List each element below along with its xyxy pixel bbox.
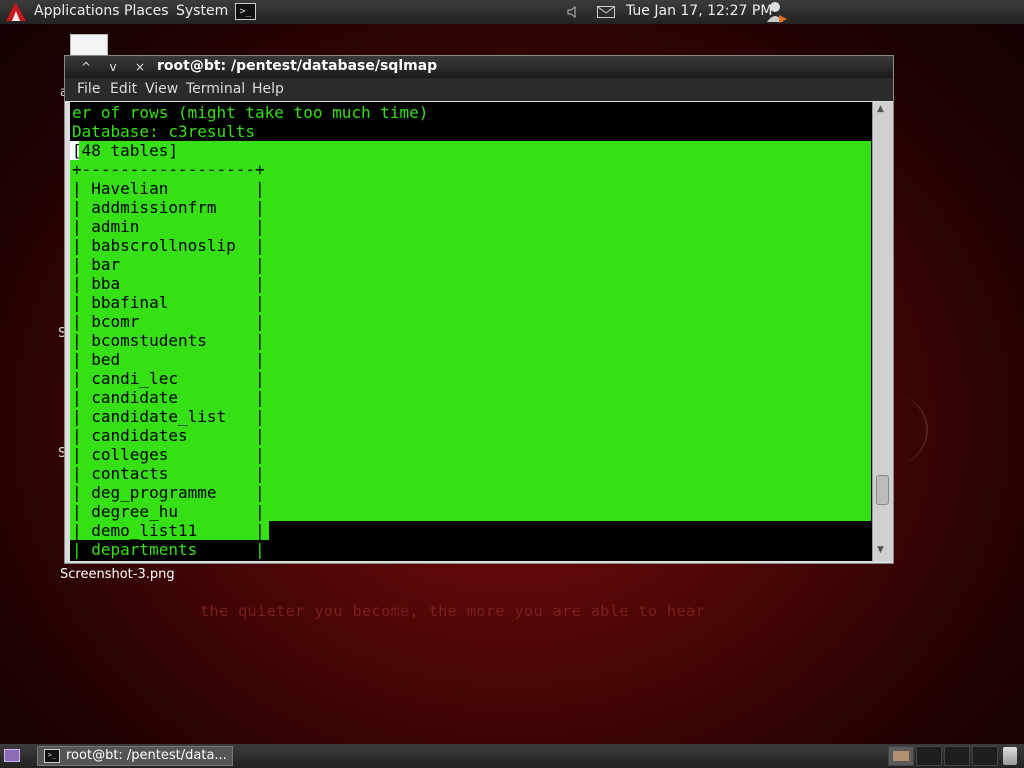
terminal-line: +------------------+ [72,160,265,179]
workspace-1[interactable] [888,746,914,766]
terminal-line: | babscrollnoslip | [72,236,265,255]
top-panel: Applications Places System >_ Tue Jan 17… [0,0,1024,24]
terminal-line: | addmissionfrm | [72,198,265,217]
terminal-line: | demo_list11 | [72,521,265,540]
terminal-line: | contacts | [72,464,265,483]
terminal-line: | candidate | [72,388,265,407]
menu-view[interactable]: View [145,81,178,97]
terminal-line: | bba | [72,274,265,293]
terminal-line: [48 tables] [72,141,178,160]
scroll-up-arrow-icon[interactable]: ▲ [877,104,884,114]
terminal-icon: >_ [44,749,60,763]
terminal-line: | degree_hu | [72,502,265,521]
menu-file[interactable]: File [77,81,100,97]
maximize-button[interactable]: v [104,58,122,76]
terminal-line: Database: c3results [72,122,256,141]
terminal-line: er of rows (might take too much time) [72,103,429,122]
workspace-3[interactable] [944,746,970,766]
terminal-line: | bar | [72,255,265,274]
terminal-line: | departments | [72,540,265,559]
taskbar-window-button[interactable]: >_ root@bt: /pentest/data... [37,746,233,766]
menu-applications[interactable]: Applications [34,3,120,19]
terminal-line: | bcomr | [72,312,265,331]
terminal-line: | colleges | [72,445,265,464]
minimize-button[interactable]: ^ [77,58,95,76]
user-icon[interactable] [765,0,789,24]
menu-edit[interactable]: Edit [110,81,137,97]
title-bar[interactable]: ^ v × root@bt: /pentest/database/sqlmap [65,56,893,78]
desktop-file-label[interactable]: Screenshot-3.png [60,567,175,582]
terminal-line: | candi_lec | [72,369,265,388]
taskbar-window-label: root@bt: /pentest/data... [66,748,227,763]
volume-icon[interactable] [566,5,580,19]
clock[interactable]: Tue Jan 17, 12:27 PM [626,3,772,19]
terminal-line: | bcomstudents | [72,331,265,350]
menu-help[interactable]: Help [252,81,284,97]
menu-bar: File Edit View Terminal Help [65,78,893,101]
menu-terminal[interactable]: Terminal [186,81,245,97]
terminal-line: | candidates | [72,426,265,445]
terminal-line: | bbafinal | [72,293,265,312]
mail-icon[interactable] [597,6,615,18]
close-button[interactable]: × [131,58,149,76]
bottom-panel: >_ root@bt: /pentest/data... [0,744,1024,768]
trash-icon[interactable] [1003,747,1017,765]
workspace-4[interactable] [972,746,998,766]
show-desktop-icon[interactable] [4,749,20,762]
backtrack-logo-icon[interactable] [4,1,28,23]
scrollbar[interactable]: ▲ ▼ [872,102,893,561]
terminal-line: | candidate_list | [72,407,265,426]
menu-places[interactable]: Places [124,3,169,19]
scrollbar-thumb[interactable] [876,475,889,505]
terminal-window[interactable]: ^ v × root@bt: /pentest/database/sqlmap … [64,55,894,564]
terminal-output[interactable]: er of rows (might take too much time) Dat… [70,102,872,561]
workspace-2[interactable] [916,746,942,766]
terminal-line: | deg_programme | [72,483,265,502]
terminal-line: | admin | [72,217,265,236]
menu-system[interactable]: System [176,3,228,19]
scroll-down-arrow-icon[interactable]: ▼ [877,545,884,555]
terminal-line: | bed | [72,350,265,369]
terminal-line: | Havelian | [72,179,265,198]
terminal-launcher-icon[interactable]: >_ [235,3,256,20]
wallpaper-slogan: the quieter you become, the more you are… [200,602,706,620]
window-title: root@bt: /pentest/database/sqlmap [157,58,438,74]
